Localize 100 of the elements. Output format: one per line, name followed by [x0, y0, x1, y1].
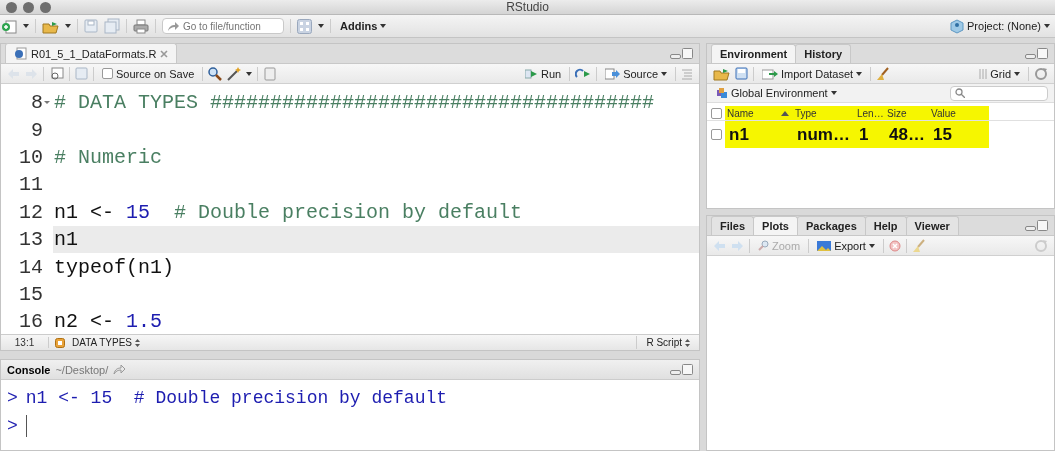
- save-icon[interactable]: [75, 67, 88, 80]
- section-menu[interactable]: DATA TYPES: [69, 336, 144, 349]
- share-arrow-icon[interactable]: [113, 364, 127, 375]
- caret-icon: [830, 91, 837, 95]
- pane-tab[interactable]: Packages: [797, 216, 866, 235]
- caret-icon: [65, 24, 71, 28]
- file-type-menu[interactable]: R Script: [643, 336, 693, 349]
- open-folder-icon[interactable]: [713, 66, 730, 81]
- magic-wand-icon[interactable]: [227, 66, 242, 81]
- run-arrow-icon: [524, 67, 538, 80]
- updown-caret-icon: [685, 338, 690, 347]
- caret-icon: [318, 24, 324, 28]
- caret-icon: [661, 71, 667, 76]
- pane-tab[interactable]: Plots: [753, 216, 798, 235]
- window-control-button[interactable]: [6, 1, 17, 13]
- remove-plot-icon[interactable]: [888, 239, 901, 252]
- line-number: 13: [19, 228, 43, 252]
- search-icon: [955, 88, 965, 98]
- source-button[interactable]: Source: [602, 66, 670, 81]
- section-icon: [55, 337, 65, 348]
- printer-icon[interactable]: [133, 18, 149, 34]
- magnifier-icon: [758, 240, 769, 251]
- line-number: 15: [19, 282, 43, 306]
- code-line: n1 <- 15 # Double precision by default: [54, 200, 523, 224]
- minimize-maximize-icon[interactable]: [670, 364, 693, 375]
- save-all-icon[interactable]: [104, 18, 120, 34]
- minimize-maximize-icon[interactable]: [1025, 48, 1048, 59]
- minimize-maximize-icon[interactable]: [670, 48, 693, 59]
- broom-icon[interactable]: [911, 238, 926, 253]
- caret-icon: [868, 243, 875, 248]
- addins-menu[interactable]: Addins: [337, 19, 390, 33]
- working-directory: ~/Desktop/: [55, 363, 109, 376]
- caret-icon: [1014, 71, 1020, 76]
- new-file-icon[interactable]: [2, 18, 17, 34]
- save-icon[interactable]: [735, 67, 748, 80]
- refresh-icon[interactable]: [1034, 238, 1048, 253]
- grid-icon: [979, 67, 988, 80]
- line-number: 16: [19, 310, 43, 334]
- export-menu[interactable]: Export: [814, 238, 878, 253]
- import-dataset-menu[interactable]: Import Dataset: [759, 66, 866, 81]
- broom-icon[interactable]: [876, 66, 891, 81]
- file-tab[interactable]: R01_5_1_DataFormats.R: [5, 43, 178, 63]
- refresh-icon[interactable]: [1034, 66, 1048, 81]
- save-icon[interactable]: [84, 19, 98, 33]
- go-to-file-field[interactable]: Go to file/function: [162, 18, 284, 34]
- cursor-position: 13:1: [1, 337, 49, 348]
- table-cell: 1: [859, 124, 869, 145]
- fold-toggle-icon[interactable]: [44, 101, 50, 105]
- search-field[interactable]: [950, 85, 1048, 101]
- pane-tab[interactable]: Help: [864, 216, 907, 235]
- pane-tab[interactable]: Files: [711, 216, 755, 235]
- window-control-button[interactable]: [23, 1, 34, 13]
- cube-icon: [950, 18, 964, 34]
- picture-icon: [817, 239, 832, 252]
- caret-icon: [23, 24, 29, 28]
- caret-icon: [856, 71, 863, 76]
- line-number: 11: [19, 173, 43, 197]
- arrow-icon: [167, 21, 179, 32]
- source-on-save-checkbox[interactable]: Source on Save: [99, 66, 198, 81]
- select-all-checkbox[interactable]: [710, 107, 722, 119]
- console-prompt: >: [7, 388, 18, 408]
- outline-icon[interactable]: [681, 67, 693, 80]
- window-control-button[interactable]: [40, 1, 51, 13]
- caret-icon: [380, 24, 387, 28]
- pane-tab[interactable]: Environment: [711, 44, 797, 63]
- window-title: RStudio: [506, 0, 549, 14]
- row-checkbox[interactable]: [710, 129, 722, 140]
- run-button[interactable]: Run: [521, 66, 565, 81]
- line-number: 12: [19, 200, 43, 224]
- table-cell: n1: [729, 124, 749, 145]
- code-line: n2 <- 1.5: [54, 310, 163, 334]
- view-mode-menu[interactable]: Grid: [976, 66, 1023, 81]
- environment-scope-menu[interactable]: Global Environment: [713, 86, 840, 100]
- caret-icon: [246, 71, 253, 76]
- code-line: # DATA TYPES #####################################: [54, 91, 655, 115]
- r-file-icon: [14, 47, 27, 60]
- line-number: 14: [19, 255, 43, 279]
- window-search-icon[interactable]: [49, 67, 64, 80]
- console-prompt: >: [7, 416, 18, 436]
- pane-tab[interactable]: History: [795, 44, 852, 63]
- code-line: n1: [54, 228, 78, 252]
- column-header[interactable]: Len…: [857, 107, 884, 119]
- table-cell: num…: [797, 124, 850, 145]
- grid-layout-icon[interactable]: [297, 18, 312, 34]
- project-menu[interactable]: Project: (None): [947, 17, 1053, 35]
- table-cell: 15: [933, 124, 952, 145]
- minimize-maximize-icon[interactable]: [1025, 220, 1048, 231]
- rerun-icon[interactable]: [575, 67, 592, 80]
- line-number: 9: [31, 118, 43, 142]
- code-line: # Numeric: [54, 145, 163, 169]
- line-number: 8: [31, 91, 43, 115]
- cubes-icon: [716, 87, 728, 99]
- notebook-icon[interactable]: [263, 66, 278, 81]
- source-arrow-icon: [605, 67, 621, 80]
- console-title: Console: [7, 363, 51, 376]
- updown-caret-icon: [135, 338, 141, 347]
- search-icon[interactable]: [208, 66, 223, 81]
- import-table-icon: [762, 67, 778, 80]
- pane-tab[interactable]: Viewer: [905, 216, 959, 235]
- close-icon[interactable]: [160, 49, 169, 58]
